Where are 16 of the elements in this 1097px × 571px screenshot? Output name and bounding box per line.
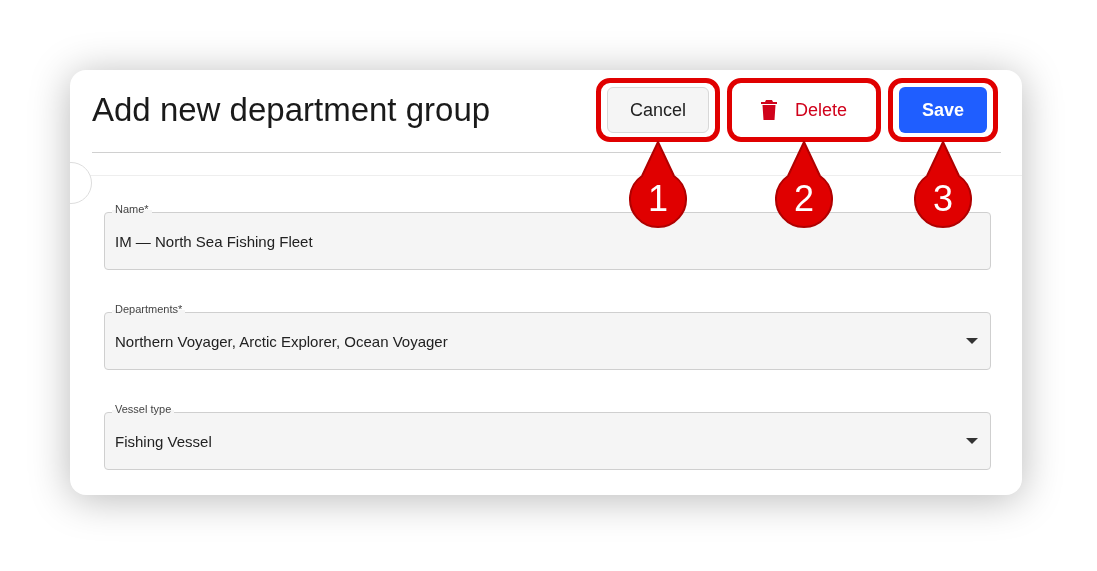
trash-icon xyxy=(760,100,777,120)
field-value: Northern Voyager, Arctic Explorer, Ocean Voyager xyxy=(115,332,449,350)
caret-icon xyxy=(966,338,978,344)
caret-icon xyxy=(966,438,978,444)
step-marker: 1 xyxy=(627,141,688,231)
cancel-button[interactable]: Cancel xyxy=(606,87,709,133)
save-button[interactable]: Save xyxy=(898,87,987,133)
field-value: Fishing Vessel xyxy=(115,432,213,450)
field-label: Name* xyxy=(112,203,152,215)
dialog-title: Add new department group xyxy=(92,91,491,129)
field-label: Departments* xyxy=(112,303,186,315)
step-marker: 2 xyxy=(773,141,834,231)
field-label: Vessel type xyxy=(112,403,175,415)
step-marker: 3 xyxy=(912,141,973,231)
field-value: IM — North Sea Fishing Fleet xyxy=(115,232,314,250)
input-field[interactable]: IM — North Sea Fishing Fleet xyxy=(104,212,991,270)
